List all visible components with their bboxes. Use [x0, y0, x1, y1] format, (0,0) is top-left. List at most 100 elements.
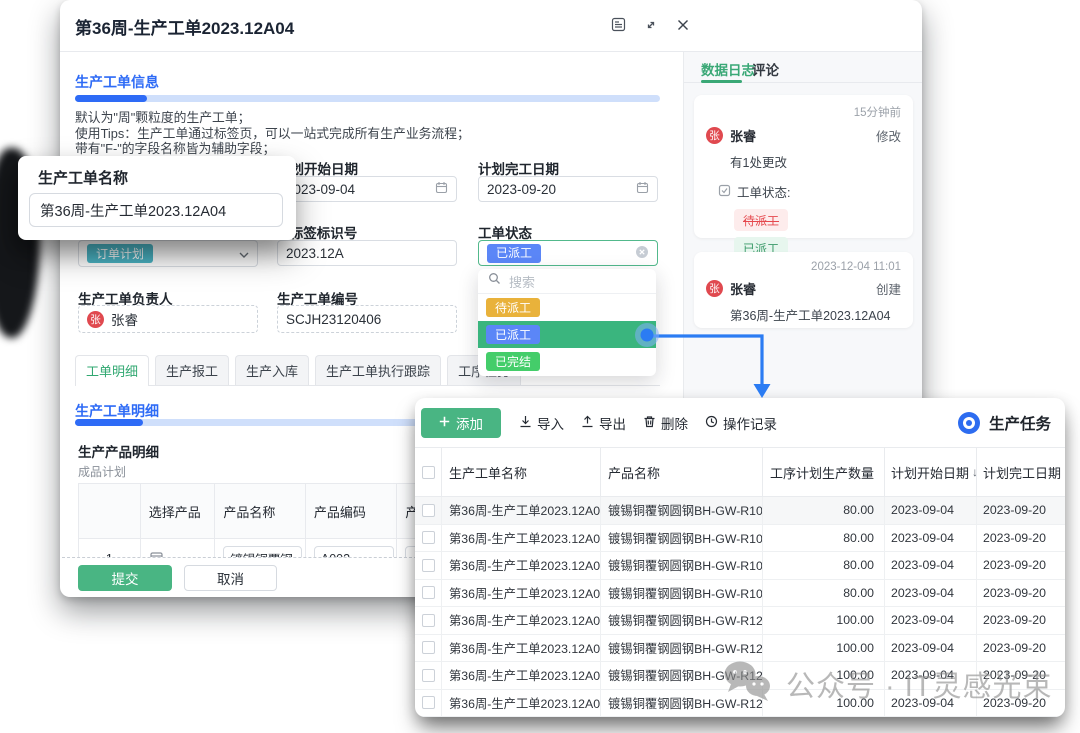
cancel-button[interactable]: 取消	[184, 565, 277, 591]
product-col-index	[79, 484, 141, 538]
col-start-date[interactable]: 计划开始日期 ↓	[885, 448, 977, 496]
plan-finish-label: 计划完工日期	[478, 158, 559, 178]
tab-data-log[interactable]: 数据日志	[701, 59, 755, 79]
plan-finish-field[interactable]: 2023-09-20	[478, 176, 658, 202]
dropdown-search[interactable]: 搜索	[478, 269, 656, 294]
status-label: 工单状态	[478, 222, 532, 242]
tab-2[interactable]: 生产报工	[155, 355, 229, 385]
avatar: 张	[706, 127, 723, 144]
col-end-date[interactable]: 计划完工日期	[977, 448, 1065, 496]
clear-icon[interactable]	[635, 245, 649, 262]
table-row[interactable]: 第36周-生产工单2023.12A04镀锡铜覆钢圆钢BH-GW-R1080.00…	[415, 525, 1065, 553]
plan-start-field[interactable]: 2023-09-04	[277, 176, 457, 202]
calendar-icon	[636, 181, 649, 197]
table-row[interactable]: 第36周-生产工单2023.12A04镀锡铜覆钢圆钢BH-GW-R1080.00…	[415, 580, 1065, 608]
status-option-已派工[interactable]: 已派工	[478, 321, 656, 348]
product-col-code: 产品编码	[306, 484, 398, 538]
production-task-panel: 添加 导入 导出 删除 操作记录 生产任务	[415, 398, 1065, 717]
cell-c1: 第36周-生产工单2023.12A04	[442, 580, 601, 607]
row-checkbox[interactable]	[422, 614, 435, 627]
section-title-detail: 生产工单明细	[75, 401, 159, 421]
tab-1[interactable]: 工单明细	[75, 355, 149, 385]
table-row[interactable]: 第36周-生产工单2023.12A04镀锡铜覆钢圆钢BH-GW-R12100.0…	[415, 607, 1065, 635]
log-icon[interactable]	[611, 17, 626, 32]
table-row[interactable]: 第36周-生产工单2023.12A04镀锡铜覆钢圆钢BH-GW-R12100.0…	[415, 662, 1065, 690]
task-toolbar: 添加 导入 导出 删除 操作记录 生产任务	[415, 398, 1065, 448]
product-row-select[interactable]	[141, 538, 216, 557]
import-button[interactable]: 导入	[519, 413, 564, 433]
cell-c3: 100.00	[763, 607, 885, 634]
submit-button[interactable]: 提交	[78, 565, 172, 591]
select-all-checkbox[interactable]	[422, 466, 435, 479]
product-row-index: 1	[79, 538, 141, 557]
status-option-待派工[interactable]: 待派工	[478, 294, 656, 321]
tab-4[interactable]: 生产工单执行跟踪	[315, 355, 441, 385]
log-summary: 第36周-生产工单2023.12A04	[730, 305, 901, 324]
status-option-tag: 已完结	[486, 352, 540, 371]
row-checkbox[interactable]	[422, 504, 435, 517]
label-id-value: 2023.12A	[286, 246, 448, 261]
row-checkbox[interactable]	[422, 531, 435, 544]
row-checkbox[interactable]	[422, 559, 435, 572]
owner-field[interactable]: 张 张睿	[78, 305, 258, 333]
add-button[interactable]: 添加	[421, 408, 501, 438]
product-name-input[interactable]: 镀锡铜覆钢	[223, 546, 302, 558]
cell-c5: 2023-09-20	[977, 580, 1065, 607]
section-title-info: 生产工单信息	[75, 72, 159, 92]
status-option-已完结[interactable]: 已完结	[478, 348, 656, 375]
cell-c5: 2023-09-20	[977, 552, 1065, 579]
active-tab-underline	[701, 80, 742, 83]
order-type-tag: 订单计划	[87, 244, 153, 263]
expand-icon[interactable]	[644, 18, 658, 32]
table-row[interactable]: 第36周-生产工单2023.12A04镀锡铜覆钢圆钢BH-GW-R1080.00…	[415, 552, 1065, 580]
status-field[interactable]: 已派工	[478, 240, 658, 266]
col-order-name[interactable]: 生产工单名称	[442, 448, 601, 496]
clock-icon	[705, 415, 718, 431]
import-icon	[519, 415, 532, 431]
cell-c2: 镀锡铜覆钢圆钢BH-GW-R12	[601, 635, 763, 662]
log-action: 创建	[876, 279, 901, 298]
log-field-name: 工单状态:	[737, 182, 790, 201]
cell-c5: 2023-09-20	[977, 607, 1065, 634]
cell-c3: 100.00	[763, 635, 885, 662]
row-checkbox[interactable]	[422, 586, 435, 599]
log-action: 修改	[876, 126, 901, 145]
owner-name: 张睿	[111, 309, 138, 329]
delete-label: 删除	[661, 413, 688, 433]
table-row[interactable]: 第36周-生产工单2023.12A04镀锡铜覆钢圆钢BH-GW-R1080.00…	[415, 497, 1065, 525]
cell-c1: 第36周-生产工单2023.12A04	[442, 497, 601, 524]
order-type-select[interactable]: 订单计划	[78, 240, 258, 267]
avatar: 张	[706, 280, 723, 297]
table-row[interactable]: 第36周-生产工单2023.12A04镀锡铜覆钢圆钢BH-GW-R12100.0…	[415, 690, 1065, 718]
row-checkbox[interactable]	[422, 641, 435, 654]
plan-finish-value: 2023-09-20	[487, 182, 636, 197]
product-icon	[149, 550, 164, 558]
log-panel-tabs: 数据日志 评论	[684, 52, 922, 83]
label-id-field[interactable]: 2023.12A	[277, 240, 457, 266]
status-option-tag: 待派工	[486, 298, 540, 317]
cell-c5: 2023-09-20	[977, 690, 1065, 717]
order-no-field[interactable]: SCJH23120406	[277, 305, 457, 333]
production-task-icon	[958, 412, 980, 434]
col-qty[interactable]: 工序计划生产数量	[763, 448, 885, 496]
cell-c4: 2023-09-04	[885, 525, 977, 552]
cell-c2: 镀锡铜覆钢圆钢BH-GW-R10	[601, 552, 763, 579]
product-col-select: 选择产品	[141, 484, 216, 538]
col-product-name[interactable]: 产品名称	[601, 448, 763, 496]
cell-c2: 镀锡铜覆钢圆钢BH-GW-R12	[601, 690, 763, 717]
row-checkbox[interactable]	[422, 669, 435, 682]
cell-c3: 80.00	[763, 552, 885, 579]
delete-button[interactable]: 删除	[643, 413, 688, 433]
product-code-input[interactable]: A002	[314, 546, 394, 558]
tab-comments[interactable]: 评论	[752, 59, 779, 79]
work-order-name-input[interactable]: 第36周-生产工单2023.12A04	[29, 193, 283, 227]
tab-3[interactable]: 生产入库	[235, 355, 309, 385]
cell-c5: 2023-09-20	[977, 497, 1065, 524]
row-checkbox[interactable]	[422, 696, 435, 709]
close-icon[interactable]	[676, 18, 690, 32]
cell-c5: 2023-09-20	[977, 525, 1065, 552]
log-user: 张睿	[730, 279, 756, 298]
export-button[interactable]: 导出	[581, 413, 626, 433]
history-button[interactable]: 操作记录	[705, 413, 777, 433]
table-row[interactable]: 第36周-生产工单2023.12A04镀锡铜覆钢圆钢BH-GW-R12100.0…	[415, 635, 1065, 663]
